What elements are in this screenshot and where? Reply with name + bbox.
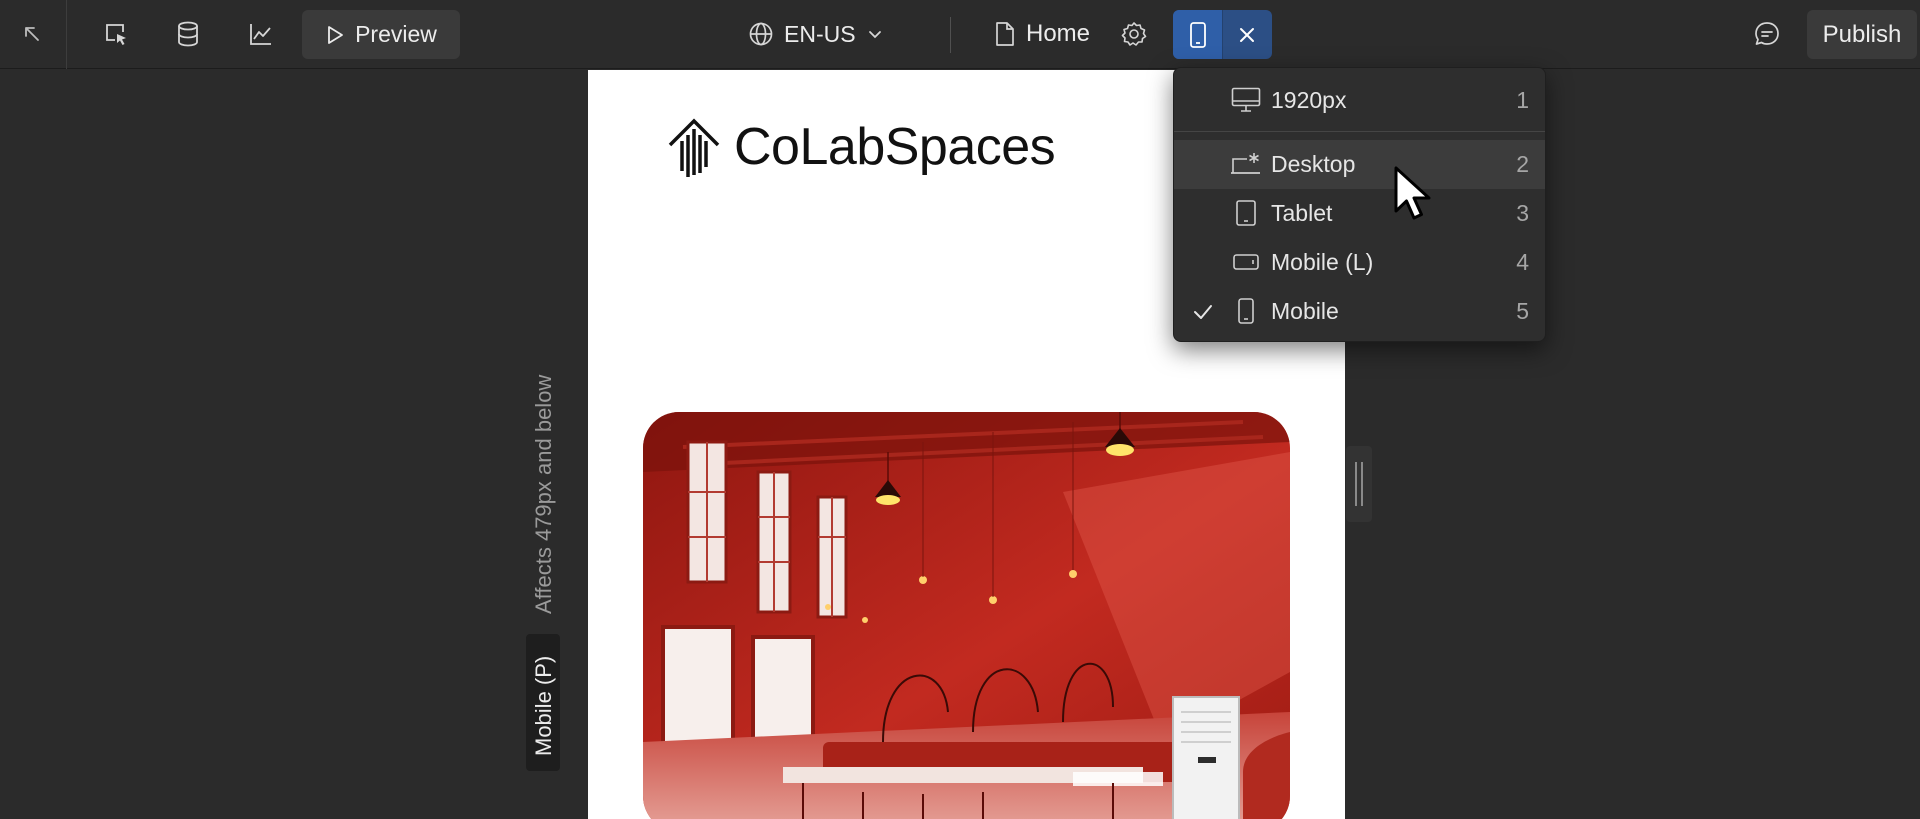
breakpoint-tag[interactable]: Mobile (P) — [526, 634, 560, 771]
database-icon[interactable] — [168, 14, 208, 54]
page-label: Home — [1026, 20, 1091, 47]
comment-icon[interactable] — [1747, 14, 1787, 54]
back-arrow-icon[interactable] — [12, 14, 52, 54]
mobile-breakpoint-button[interactable] — [1173, 10, 1222, 59]
close-icon — [1240, 27, 1254, 42]
breakpoint-item-label: Mobile — [1271, 298, 1339, 324]
breakpoint-item-shortcut: 5 — [1516, 298, 1529, 324]
locale-selector[interactable]: EN-US — [748, 14, 884, 54]
play-icon — [328, 25, 343, 44]
mobile-icon — [1230, 297, 1262, 325]
breakpoint-item-shortcut: 4 — [1516, 249, 1529, 275]
page-selector[interactable]: Home — [994, 14, 1090, 54]
breakpoint-dropdown: 1920px 1 Desktop 2 Tablet 3 Mobile (L) 4… — [1173, 67, 1546, 342]
preview-label: Preview — [355, 21, 437, 47]
breakpoint-item-shortcut: 1 — [1516, 87, 1529, 113]
desktop-monitor-icon — [1230, 86, 1262, 114]
breakpoint-item-mobile-landscape[interactable]: Mobile (L) 4 — [1174, 238, 1545, 287]
page-settings-gear-icon[interactable] — [1114, 14, 1154, 54]
canvas-resize-handle[interactable] — [1346, 446, 1372, 522]
hero-image — [643, 412, 1290, 819]
device-mode-toggle — [1173, 10, 1272, 59]
select-element-icon[interactable] — [96, 14, 136, 54]
breakpoint-item-label: Desktop — [1271, 151, 1356, 177]
breakpoint-affects-label: Affects 479px and below — [531, 374, 556, 614]
close-breakpoint-button[interactable] — [1222, 10, 1271, 59]
mobile-icon — [1189, 21, 1206, 48]
breakpoint-item-label: Tablet — [1271, 200, 1333, 226]
publish-button[interactable]: Publish — [1807, 10, 1917, 59]
breakpoint-item-desktop[interactable]: Desktop 2 — [1174, 140, 1545, 189]
breakpoint-item-shortcut: 2 — [1516, 151, 1529, 177]
breakpoint-item-shortcut: 3 — [1516, 200, 1529, 226]
tablet-icon — [1230, 199, 1262, 227]
desktop-star-icon — [1230, 150, 1262, 178]
logo-text: CoLabSpaces — [734, 118, 1056, 176]
breakpoint-item-label: Mobile (L) — [1271, 249, 1374, 275]
menu-separator — [1174, 131, 1545, 132]
analytics-chart-icon[interactable] — [241, 14, 281, 54]
globe-icon — [749, 22, 773, 46]
toolbar-divider — [950, 17, 951, 53]
breakpoint-item-tablet[interactable]: Tablet 3 — [1174, 189, 1545, 238]
mobile-landscape-icon — [1230, 248, 1262, 276]
breakpoint-item-label: 1920px — [1271, 87, 1347, 113]
page-icon — [996, 22, 1014, 46]
checkmark-icon — [1192, 301, 1214, 328]
breakpoint-item-1920px[interactable]: 1920px 1 — [1174, 76, 1545, 125]
toolbar-divider — [66, 0, 67, 69]
chevron-down-icon — [868, 31, 881, 39]
mouse-cursor-icon — [1393, 165, 1437, 228]
colabspaces-logo-icon — [668, 118, 720, 177]
preview-button[interactable]: Preview — [302, 10, 460, 59]
top-toolbar: Preview EN-US Home Publish — [0, 0, 1920, 69]
breakpoint-item-mobile[interactable]: Mobile 5 — [1174, 287, 1545, 336]
breakpoint-tag-label: Mobile (P) — [531, 655, 556, 756]
locale-label: EN-US — [784, 20, 856, 47]
site-logo[interactable]: CoLabSpaces — [664, 115, 1056, 179]
